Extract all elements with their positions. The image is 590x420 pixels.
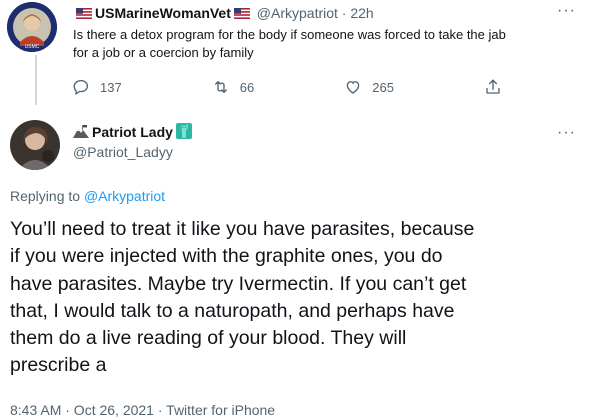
body-line: them do a live reading of your blood. Th… (10, 327, 407, 350)
replying-to-label: Replying to (10, 188, 81, 204)
parent-time[interactable]: 22h (350, 5, 373, 21)
thread-line (35, 55, 37, 105)
replying-to: Replying to @Arkypatriot (10, 187, 165, 205)
like-count: 265 (372, 79, 394, 95)
parent-avatar[interactable]: USMC (7, 2, 57, 52)
reply-count: 137 (100, 79, 122, 95)
body-line: if you were injected with the graphite o… (10, 245, 443, 268)
like-button[interactable]: 265 (344, 78, 394, 96)
body-line: prescribe a (10, 354, 107, 377)
share-icon (486, 79, 500, 94)
retweet-button[interactable]: 66 (212, 78, 254, 96)
parent-actions: 137 66 265 (72, 78, 502, 96)
share-button[interactable] (484, 78, 502, 96)
parent-header: USMarineWomanVet @Arkypatriot · 22h (73, 4, 374, 22)
main-name-row: Patriot Lady (73, 123, 192, 141)
retweet-icon (214, 81, 227, 93)
like-icon (346, 81, 360, 94)
mountain-icon (73, 124, 89, 138)
replying-to-handle[interactable]: @Arkypatriot (84, 188, 165, 204)
us-flag-icon (76, 5, 92, 19)
body-line: You’ll need to treat it like you have pa… (10, 218, 475, 240)
main-avatar[interactable] (10, 120, 60, 170)
parent-text-line: for a job or a coercion by family (73, 45, 254, 60)
retweet-count: 66 (239, 79, 255, 95)
separator-dot: · (341, 5, 347, 21)
body-line: have parasites. Maybe try Ivermectin. If… (10, 272, 467, 295)
reply-button[interactable]: 137 (72, 78, 122, 96)
main-tweet: Patriot Lady @Patriot_Ladyy ··· Replying… (0, 112, 590, 420)
parent-more-icon[interactable]: ··· (557, 2, 576, 20)
main-handle[interactable]: @Patriot_Ladyy (73, 143, 173, 161)
reply-icon (73, 79, 89, 96)
parent-text-line: Is there a detox program for the body if… (73, 27, 506, 42)
us-flag-icon (233, 5, 250, 19)
parent-text: Is there a detox program for the body if… (73, 26, 578, 62)
parent-display-name[interactable]: USMarineWomanVet (95, 5, 231, 21)
statue-of-liberty-icon (175, 123, 192, 139)
tweet-timestamp[interactable]: 8:43 AM · Oct 26, 2021 · Twitter for iPh… (10, 401, 275, 419)
svg-text:USMC: USMC (25, 44, 40, 50)
parent-handle[interactable]: @Arkypatriot (257, 5, 338, 21)
body-line: that, I would talk to a naturopath, and … (10, 299, 455, 322)
parent-tweet[interactable]: USMC USMarineWomanVet @Arkypatriot · 22h… (0, 0, 590, 110)
main-more-icon[interactable]: ··· (557, 124, 576, 142)
main-display-name[interactable]: Patriot Lady (92, 124, 173, 140)
main-tweet-body: You’ll need to treat it like you have pa… (10, 216, 585, 380)
